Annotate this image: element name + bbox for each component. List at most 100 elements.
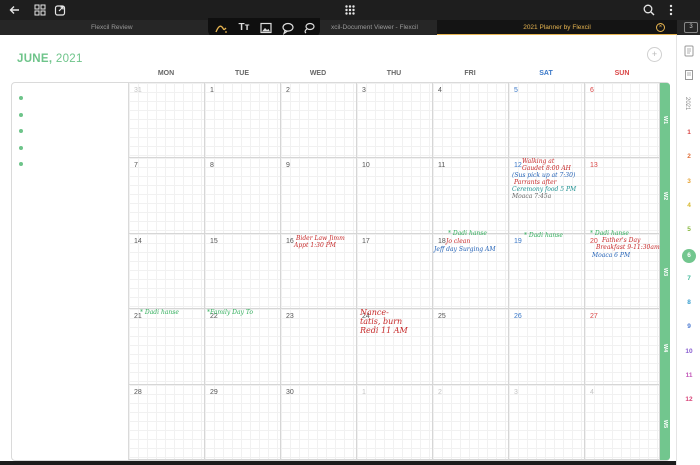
day-cell[interactable]: 3 [357, 83, 433, 159]
tab-count-button[interactable]: 3 [684, 22, 698, 33]
handwritten-note: * Dadi hanse [524, 232, 563, 239]
month-year: 2021 [52, 53, 83, 65]
day-number: 29 [210, 388, 218, 396]
day-cell[interactable]: 2 [433, 384, 509, 460]
day-cell[interactable]: 4 [585, 384, 660, 460]
handwritten-note: Father's Day [602, 237, 641, 244]
day-number: 26 [514, 313, 522, 321]
month-index-item[interactable]: 6 [682, 248, 696, 263]
month-index-item[interactable]: 4 [681, 200, 697, 212]
handwritten-note: Walking at [522, 158, 555, 165]
bullet-dot [19, 129, 23, 133]
week-tab-w4[interactable]: W4 [660, 311, 670, 387]
handwritten-note: Parrants after [514, 179, 557, 186]
month-index-item[interactable]: 1 [681, 127, 697, 139]
sidebar-year[interactable]: 2021 [684, 97, 690, 110]
day-header-fri: FRI [464, 70, 476, 77]
notes-column[interactable] [12, 83, 129, 460]
day-cell[interactable]: 30 [281, 384, 357, 460]
day-cell[interactable]: 28 [129, 384, 205, 460]
week-tab-w1[interactable]: W1 [660, 83, 670, 159]
add-page-icon[interactable]: + [647, 47, 662, 62]
tab-flexcil-review[interactable]: Flexcil Review [85, 20, 205, 35]
day-cell[interactable]: 31 [129, 83, 205, 159]
image-icon[interactable] [259, 21, 273, 35]
day-cell[interactable]: 14 [129, 233, 205, 310]
day-number: 6 [590, 87, 594, 94]
month-index-item[interactable]: 8 [681, 297, 697, 309]
pen-icon[interactable] [214, 21, 228, 35]
apps-icon[interactable] [343, 3, 357, 17]
month-index-item[interactable]: 9 [681, 321, 697, 333]
day-number: 9 [286, 162, 290, 170]
month-index-item[interactable]: 11 [681, 370, 697, 382]
lasso-icon[interactable] [302, 21, 316, 35]
pages-icon[interactable] [683, 69, 695, 81]
text-icon[interactable]: Tт [237, 21, 251, 35]
day-cell[interactable]: 26 [509, 309, 585, 385]
day-number: 18 [438, 237, 446, 245]
tab-document-viewer[interactable]: xcil-Document Viewer - Flexcil [325, 20, 435, 35]
month-index-item[interactable]: 3 [681, 176, 697, 188]
close-icon[interactable]: × [656, 23, 665, 32]
day-cell[interactable]: 8 [205, 158, 281, 234]
month-index-item[interactable]: 7 [681, 273, 697, 285]
day-cell[interactable]: 13 [585, 158, 660, 234]
handwritten-note: Nance- [360, 308, 389, 317]
day-number: 7 [134, 162, 138, 170]
search-icon[interactable] [642, 3, 656, 17]
day-number: 5 [514, 87, 518, 94]
tab-2021-planner[interactable]: 2021 Planner by Flexcil × [437, 20, 677, 35]
day-cell[interactable]: 21 [129, 309, 205, 385]
day-cell[interactable]: 19 [509, 233, 585, 310]
day-cell[interactable]: 9 [281, 158, 357, 234]
week-label: W3 [662, 267, 668, 277]
month-index-item[interactable]: 2 [681, 151, 697, 163]
new-page-icon[interactable] [683, 45, 695, 57]
grid-icon[interactable] [33, 3, 47, 17]
bullet-dot [19, 113, 23, 117]
share-icon[interactable] [53, 3, 67, 17]
week-label: W5 [662, 419, 668, 429]
handwritten-note: *Family Day To [207, 309, 253, 316]
day-cell[interactable]: 15 [205, 233, 281, 310]
day-number: 28 [134, 388, 142, 396]
handwritten-note: Ceremony food 5 PM [512, 186, 577, 193]
day-cell[interactable]: 6 [585, 83, 660, 159]
day-number: 8 [210, 162, 214, 170]
day-number: 17 [362, 237, 370, 245]
planner-page[interactable]: JUNE, 2021 + MON TUE WED THU FRI SAT SUN… [0, 35, 676, 461]
week-tab-w2[interactable]: W2 [660, 159, 670, 235]
day-cell[interactable]: 10 [357, 158, 433, 234]
month-index-item[interactable]: 5 [681, 224, 697, 236]
day-cell[interactable]: 29 [205, 384, 281, 460]
comment-icon[interactable] [281, 21, 295, 36]
right-sidebar: 2021 1 2 3 4 5 6 7 8 9 10 11 12 [676, 35, 700, 465]
handwritten-note: Redi 11 AM [360, 326, 408, 335]
month-index-item[interactable]: 10 [681, 346, 697, 358]
day-cell[interactable]: 22 [205, 309, 281, 385]
week-tab-w5[interactable]: W5 [660, 387, 670, 463]
day-cell[interactable]: 17 [357, 233, 433, 310]
day-cell[interactable]: 1 [205, 83, 281, 159]
day-cell[interactable]: 2 [281, 83, 357, 159]
arrow-left-icon[interactable] [8, 3, 22, 17]
handwritten-note: Bider Law Jimm [296, 235, 345, 242]
day-cell[interactable]: 23 [281, 309, 357, 385]
day-cell[interactable]: 3 [509, 384, 585, 460]
day-cell[interactable]: 7 [129, 158, 205, 234]
day-number: 13 [590, 162, 598, 170]
day-header-mon: MON [157, 70, 175, 77]
day-cell[interactable]: 11 [433, 158, 509, 234]
week-tab-w3[interactable]: W3 [660, 235, 670, 311]
day-number: 3 [514, 388, 518, 396]
day-cell[interactable]: 25 [433, 309, 509, 385]
handwritten-note: * Dadi hanse [448, 230, 487, 237]
day-cell[interactable]: 1 [357, 384, 433, 460]
day-number: 1 [210, 87, 214, 94]
day-cell[interactable]: 27 [585, 309, 660, 385]
month-index-item[interactable]: 12 [681, 394, 697, 406]
more-vertical-icon[interactable] [664, 3, 678, 17]
day-cell[interactable]: 4 [433, 83, 509, 159]
day-cell[interactable]: 5 [509, 83, 585, 159]
